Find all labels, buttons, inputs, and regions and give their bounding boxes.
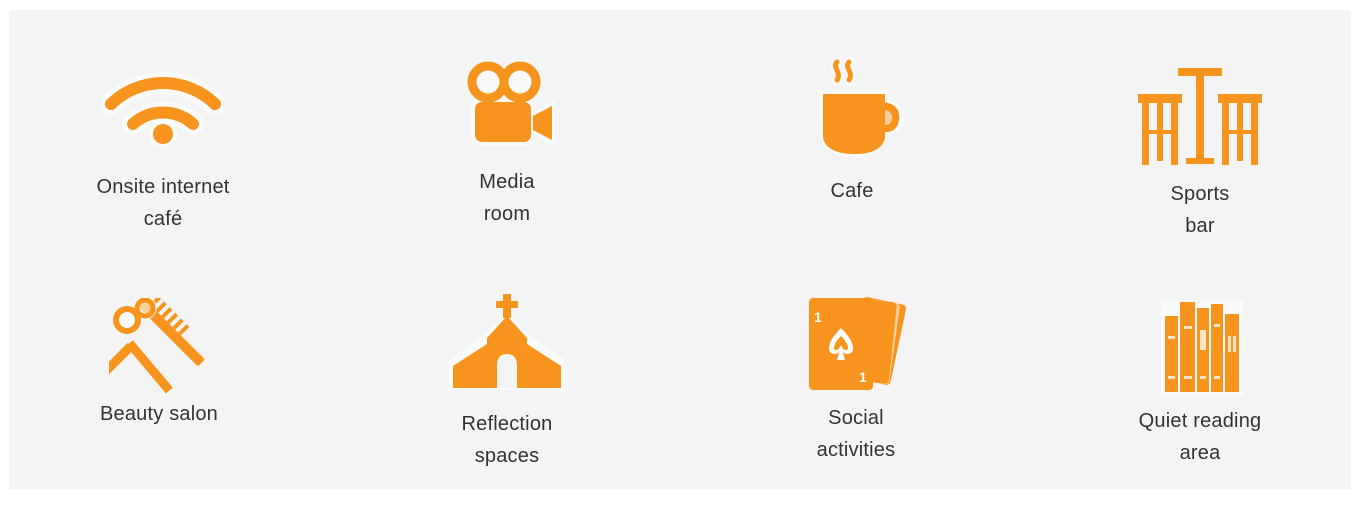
amenity-label: Beauty salon (99, 403, 219, 425)
bar-stools-icon (1138, 68, 1262, 165)
amenity-label: Reflection spaces (461, 413, 553, 467)
amenity-reflection-spaces: Reflection spaces (387, 292, 627, 472)
playing-cards-icon: 1 1 (809, 297, 907, 390)
amenity-label: Social activities (816, 407, 896, 461)
video-camera-icon (467, 61, 555, 146)
wifi-icon (103, 72, 223, 148)
amenity-sports-bar: Sports bar (1080, 64, 1320, 242)
amenity-label: Onsite internet café (96, 176, 230, 230)
amenity-label: Media room (479, 171, 535, 225)
amenity-cafe: Cafe (732, 56, 972, 207)
amenity-beauty-salon: Beauty salon (39, 298, 279, 430)
amenity-label: Quiet reading area (1138, 410, 1262, 464)
svg-text:1: 1 (859, 369, 867, 385)
amenity-social-activities: 1 1 Social activities (736, 292, 976, 466)
amenity-quiet-reading-area: Quiet reading area (1080, 296, 1320, 469)
books-icon (1161, 300, 1243, 396)
coffee-cup-icon (819, 57, 904, 158)
svg-text:1: 1 (814, 309, 822, 325)
amenity-label: Sports bar (1170, 183, 1230, 237)
amenity-label: Cafe (830, 180, 874, 202)
scissors-comb-icon (109, 298, 205, 394)
amenity-onsite-internet-cafe: Onsite internet café (43, 66, 283, 235)
amenity-media-room: Media room (387, 58, 627, 230)
chapel-icon (449, 294, 565, 390)
